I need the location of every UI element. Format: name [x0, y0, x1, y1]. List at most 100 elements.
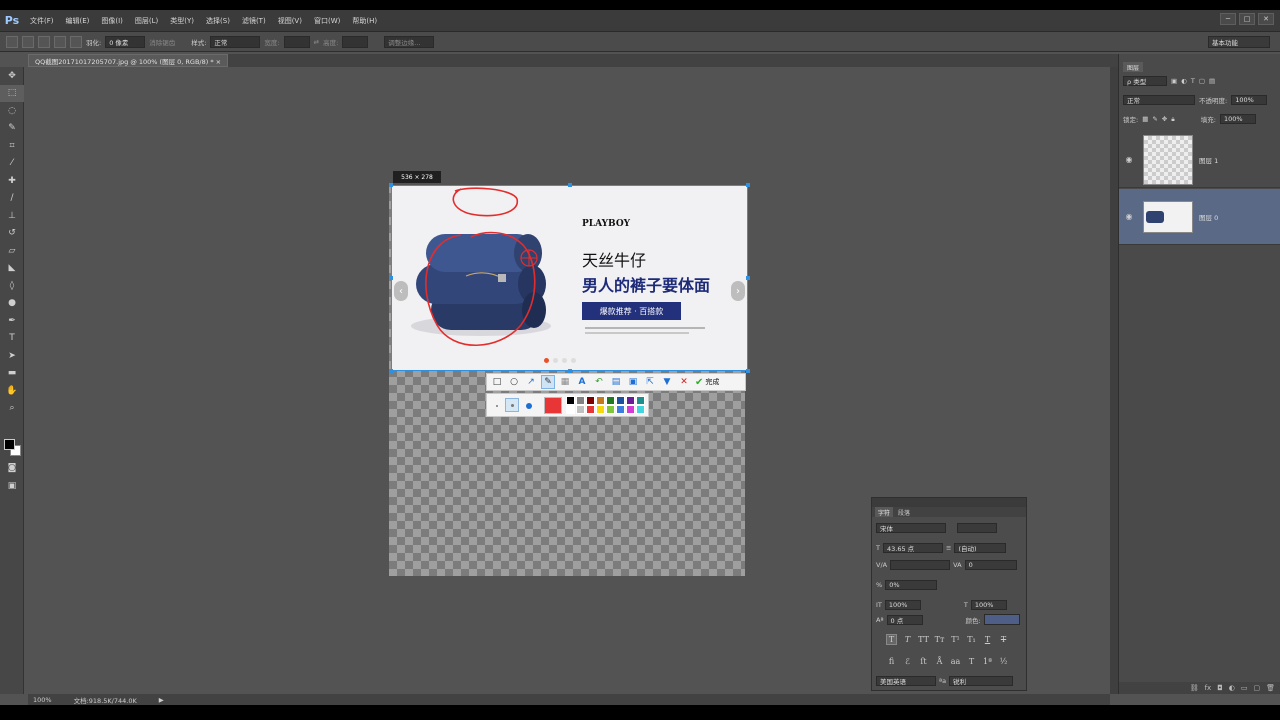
adjustment-icon[interactable]: ◐ [1229, 684, 1235, 692]
add-selection-icon[interactable] [38, 35, 50, 48]
undo-icon[interactable]: ↶ [592, 375, 606, 389]
text-color-swatch[interactable] [983, 614, 1020, 625]
palette-color-swatch[interactable] [616, 396, 625, 405]
menu-view[interactable]: 视图(V) [272, 16, 308, 26]
fractions-icon[interactable]: ½ [998, 656, 1009, 667]
maximize-button[interactable]: □ [1239, 13, 1255, 25]
tab-character[interactable]: 字符 [875, 507, 894, 517]
shape-tool-icon[interactable]: ▬ [0, 365, 24, 383]
language-select[interactable]: 美国英语 [876, 676, 936, 686]
crop-tool-icon[interactable]: ⌗ [0, 137, 24, 155]
zoom-tool-icon[interactable]: ⌕ [0, 400, 24, 418]
intersect-selection-icon[interactable] [70, 35, 82, 48]
healing-tool-icon[interactable]: ✚ [0, 172, 24, 190]
underline-icon[interactable]: T [982, 634, 993, 645]
minimize-button[interactable]: ─ [1220, 13, 1236, 25]
leading-input[interactable]: (自动) [954, 543, 1007, 553]
status-menu-arrow-icon[interactable]: ▶ [159, 696, 164, 704]
marquee-preset-icon[interactable] [6, 35, 18, 48]
palette-color-swatch[interactable] [576, 396, 585, 405]
font-family-select[interactable]: 宋体 [876, 523, 946, 533]
arrow-icon[interactable]: ↗ [524, 375, 538, 389]
menu-select[interactable]: 选择(S) [200, 16, 236, 26]
eyedropper-tool-icon[interactable]: ⁄ [0, 155, 24, 173]
lock-position-icon[interactable]: ✥ [1162, 115, 1167, 123]
zoom-level[interactable]: 100% [33, 696, 52, 704]
lasso-tool-icon[interactable]: ◌ [0, 102, 24, 120]
style-select[interactable]: 正常 [210, 35, 261, 48]
baseline-input[interactable]: 0 点 [886, 614, 923, 625]
palette-color-swatch[interactable] [596, 396, 605, 405]
group-icon[interactable]: ▭ [1241, 684, 1248, 692]
menu-window[interactable]: 窗口(W) [308, 16, 346, 26]
blend-mode-select[interactable]: 正常 [1123, 95, 1195, 105]
workspace-select[interactable]: 基本功能 [1208, 36, 1270, 48]
mask-icon[interactable]: ◘ [1217, 684, 1223, 692]
paint-bucket-tool-icon[interactable]: ◣ [0, 260, 24, 278]
palette-color-swatch[interactable] [586, 396, 595, 405]
palette-color-swatch[interactable] [566, 405, 575, 414]
filter-shape-icon[interactable]: ▢ [1199, 77, 1205, 85]
resize-handle[interactable] [746, 183, 750, 187]
antialias-select[interactable]: 锐利 [949, 676, 1014, 686]
proportional-input[interactable]: 0% [885, 580, 938, 590]
fill-input[interactable]: 100% [1219, 114, 1256, 124]
pin-icon[interactable]: ▼ [660, 375, 674, 389]
eye-icon[interactable]: ◉ [1119, 212, 1139, 221]
palette-color-swatch[interactable] [636, 396, 645, 405]
superscript-icon[interactable]: T¹ [950, 634, 961, 645]
kerning-input[interactable] [890, 560, 951, 570]
menu-edit[interactable]: 编辑(E) [60, 16, 96, 26]
swap-icon[interactable]: ⇄ [314, 38, 319, 46]
faux-italic-icon[interactable]: T [902, 634, 913, 645]
copy-icon[interactable]: ▣ [626, 375, 640, 389]
delete-layer-icon[interactable]: 🗑︎ [1266, 684, 1275, 692]
menu-help[interactable]: 帮助(H) [346, 16, 383, 26]
screen-mode-icon[interactable]: ▣ [0, 477, 24, 495]
resize-handle[interactable] [746, 276, 750, 280]
palette-color-swatch[interactable] [606, 405, 615, 414]
alternates-icon[interactable]: Å [934, 656, 945, 667]
save-icon[interactable]: ▤ [609, 375, 623, 389]
tracking-input[interactable]: 0 [964, 560, 1017, 570]
layer-row[interactable]: ◉ 图层 1 [1119, 132, 1280, 188]
document-info[interactable]: 文档:918.5K/744.0K [74, 695, 137, 705]
ligature-icon[interactable]: fi [886, 656, 897, 667]
filter-smart-icon[interactable]: ▤ [1209, 77, 1215, 85]
share-icon[interactable]: ⇱ [643, 375, 657, 389]
titling-icon[interactable]: aa [950, 656, 961, 667]
quick-mask-icon[interactable]: ◙ [0, 459, 24, 477]
new-selection-icon[interactable] [22, 35, 34, 48]
filter-pixel-icon[interactable]: ▣ [1171, 77, 1177, 85]
vertical-scale-input[interactable]: 100% [884, 600, 921, 610]
layer-filter-select[interactable]: ρ 类型 [1123, 76, 1167, 86]
resize-handle[interactable] [389, 276, 393, 280]
swash-icon[interactable]: ℰ [902, 656, 913, 667]
text-icon[interactable]: A [575, 375, 589, 389]
strikethrough-icon[interactable]: T [998, 634, 1009, 645]
palette-color-swatch[interactable] [636, 405, 645, 414]
menu-file[interactable]: 文件(F) [24, 16, 60, 26]
move-tool-icon[interactable]: ✥ [0, 67, 24, 85]
all-caps-icon[interactable]: TT [918, 634, 929, 645]
menu-layer[interactable]: 图层(L) [129, 16, 164, 26]
palette-color-swatch[interactable] [616, 405, 625, 414]
lock-all-icon[interactable]: 🔒︎ [1171, 115, 1174, 124]
screenshot-selection[interactable]: PLAYBOY 天丝牛仔 男人的裤子要体面 爆款推荐 · 百搭款 ‹ › [391, 185, 748, 371]
ellipse-icon[interactable]: ○ [507, 375, 521, 389]
palette-color-swatch[interactable] [566, 396, 575, 405]
brush-icon[interactable]: ✎ [541, 375, 555, 389]
opacity-input[interactable]: 100% [1231, 95, 1268, 105]
ordinal-icon[interactable]: 1ª [982, 656, 993, 667]
menu-type[interactable]: 类型(Y) [164, 16, 200, 26]
pen-size-medium-icon[interactable] [505, 398, 519, 412]
link-icon[interactable]: ⛓︎ [1190, 684, 1199, 692]
close-window-button[interactable]: ✕ [1258, 13, 1274, 25]
resize-handle[interactable] [568, 183, 572, 187]
type-tool-icon[interactable]: T [0, 330, 24, 348]
layer-row-selected[interactable]: ◉ 图层 0 [1119, 189, 1280, 245]
marquee-tool-icon[interactable]: ⬚ [0, 84, 24, 102]
resize-handle[interactable] [389, 369, 393, 373]
filter-adjust-icon[interactable]: ◐ [1181, 77, 1187, 85]
pen-size-large-icon[interactable] [523, 400, 535, 412]
